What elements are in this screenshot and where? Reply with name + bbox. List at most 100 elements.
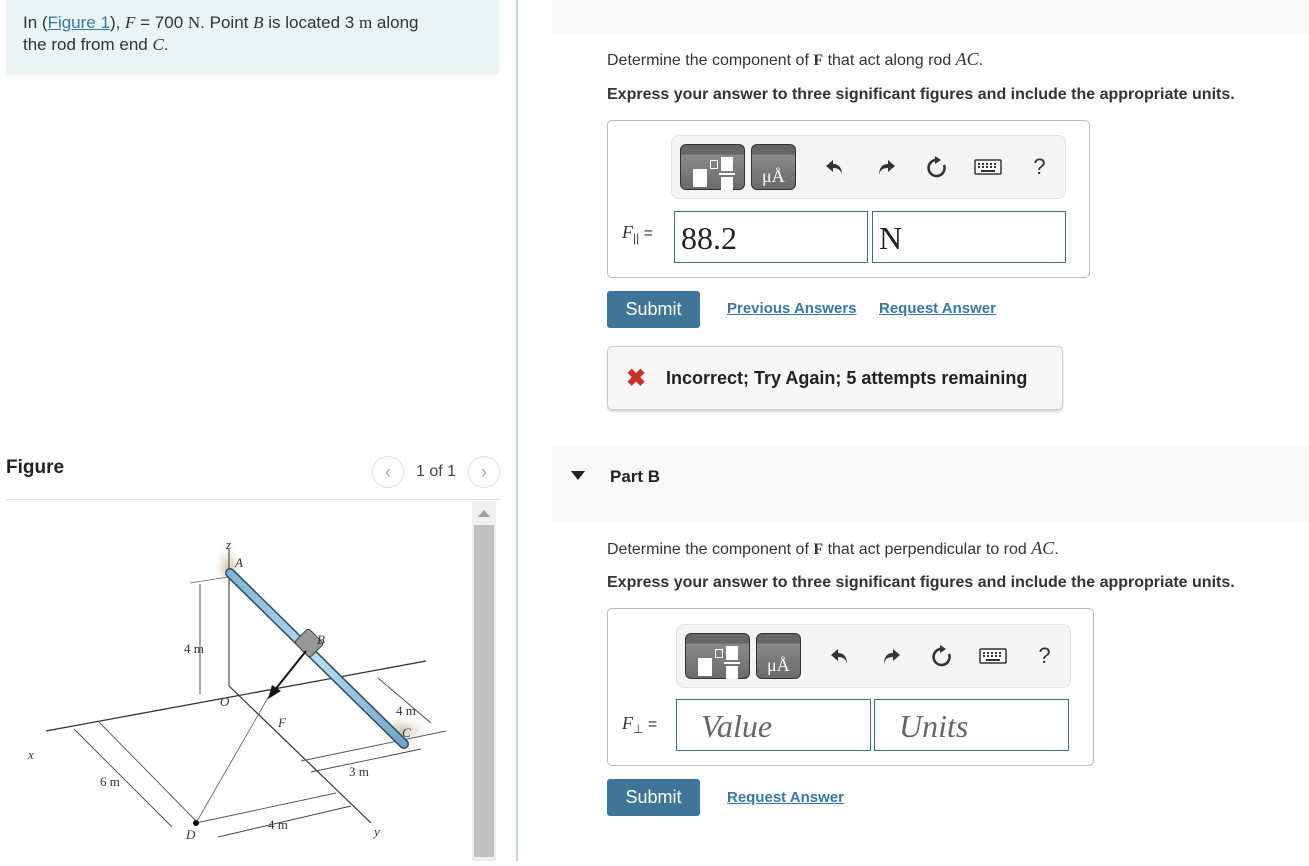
chevron-left-icon: ‹ [384,461,391,482]
label-a: A [234,555,243,570]
label-symbol: F [622,222,633,242]
part-b-answer-box: μÅ ? F⊥ = Value Units [607,608,1094,766]
undo-button[interactable] [815,646,866,666]
intro-text: In ( [23,13,48,32]
part-a-value-input[interactable]: 88.2 [674,211,868,263]
label-equals: = [643,716,658,733]
scroll-thumb[interactable] [474,525,494,857]
rod-symbol: AC [955,49,979,69]
label-c: C [402,725,411,740]
point-c-symbol: C [152,35,164,54]
intro-text: ), [109,13,126,32]
math-toolbar: μÅ ? [676,624,1071,688]
chevron-right-icon: › [481,461,487,482]
math-toolbar: μÅ ? [671,135,1066,199]
redo-icon [879,160,896,175]
part-b-question: Determine the component of F that act pe… [607,538,1059,559]
label-d: D [185,827,196,842]
label-subscript: ⊥ [633,722,644,737]
reset-button[interactable] [917,645,968,667]
question-text: that act perpendicular to rod [823,541,1032,558]
feedback-box: ✖ Incorrect; Try Again; 5 attempts remai… [607,346,1063,410]
part-a-request-answer-link[interactable]: Request Answer [879,300,996,317]
y-axis-line [228,685,372,824]
redo-button[interactable] [861,157,912,177]
part-b-submit-button[interactable]: Submit [607,779,700,816]
figure-scrollbar[interactable] [472,501,496,861]
unit-meter: m [358,13,373,32]
label-b: B [317,632,325,647]
label-y: y [372,824,380,839]
units-button[interactable]: μÅ [755,633,801,679]
next-figure-button[interactable]: › [468,456,500,488]
part-a-submit-button[interactable]: Submit [607,291,700,328]
pager-count: 1 of 1 [415,463,456,480]
part-a-instruction: Express your answer to three significant… [607,86,1235,103]
label-symbol: F [622,713,633,733]
part-b-units-input[interactable]: Units [874,699,1069,751]
rod-diagram: z A B C D O F x y 4 m 4 m 3 m 6 m 4 m [27,537,447,842]
figure-title: Figure [6,457,65,478]
column-divider [516,0,518,861]
label-z: z [225,537,231,552]
label-dim-4m-right: 4 m [396,703,416,718]
intro-text: = 700 [135,13,188,32]
undo-button[interactable] [810,157,861,177]
intro-text: is located 3 [263,13,359,32]
force-symbol: F [125,13,136,32]
part-b-value-input[interactable]: Value [676,699,871,751]
help-button[interactable]: ? [1014,154,1065,180]
left-panel: In (Figure 1), F = 700 N. Point B is loc… [0,0,516,861]
ground-line-c [300,730,447,762]
label-dim-4m-bottom: 4 m [268,817,288,832]
keyboard-button[interactable] [968,648,1019,664]
keyboard-button[interactable] [963,159,1014,175]
reset-icon [932,645,952,667]
help-button[interactable]: ? [1019,643,1070,669]
unit-newton: N [187,13,201,32]
question-text: Determine the component of [607,52,814,69]
feedback-text: Incorrect; Try Again; 5 attempts remaini… [666,367,1028,388]
ground-line-dy [195,792,337,824]
scroll-up-arrow-icon[interactable] [472,501,496,525]
point-b-symbol: B [253,13,264,32]
x-axis-line [45,660,427,732]
intro-text: . [163,35,169,54]
label-dim-6m: 6 m [100,774,120,789]
templates-button[interactable] [680,144,745,190]
part-a-header [552,0,1309,34]
reset-button[interactable] [912,156,963,178]
question-text: . [978,52,984,69]
figure-link[interactable]: Figure 1 [48,13,110,32]
rod-symbol: AC [1031,538,1055,558]
keyboard-icon [979,648,1008,664]
part-b-title[interactable]: Part B [610,467,660,487]
previous-answers-link[interactable]: Previous Answers [727,300,857,317]
figure-header: Figure ‹ 1 of 1 › [6,452,500,500]
question-text: that act along rod [823,52,956,69]
label-dim-4m-vertical: 4 m [184,641,204,656]
force-arrow-head [268,685,281,699]
part-a-answer-box: μÅ ? F|| = 88.2 N [607,120,1090,278]
templates-button[interactable] [685,633,750,679]
undo-icon [831,649,848,664]
reset-icon [927,156,947,178]
label-dim-3m: 3 m [349,764,369,779]
label-o: O [220,694,230,709]
label-f: F [277,715,287,730]
part-b-header[interactable] [552,446,1309,522]
part-b-label: F⊥ = [622,713,657,736]
dim-line-6m [73,728,173,828]
units-button[interactable]: μÅ [750,144,796,190]
part-b-request-answer-link[interactable]: Request Answer [727,789,844,806]
x-mark-icon: ✖ [626,364,647,392]
part-a-units-input[interactable]: N [872,211,1066,263]
problem-intro: In (Figure 1), F = 700 N. Point B is loc… [6,0,499,75]
question-text: Determine the component of [607,541,814,558]
redo-button[interactable] [866,646,917,666]
undo-icon [826,160,843,175]
caret-down-icon[interactable] [571,471,585,480]
intro-text: the rod from end [23,35,153,54]
intro-text: along [372,13,419,32]
prev-figure-button[interactable]: ‹ [371,456,404,488]
